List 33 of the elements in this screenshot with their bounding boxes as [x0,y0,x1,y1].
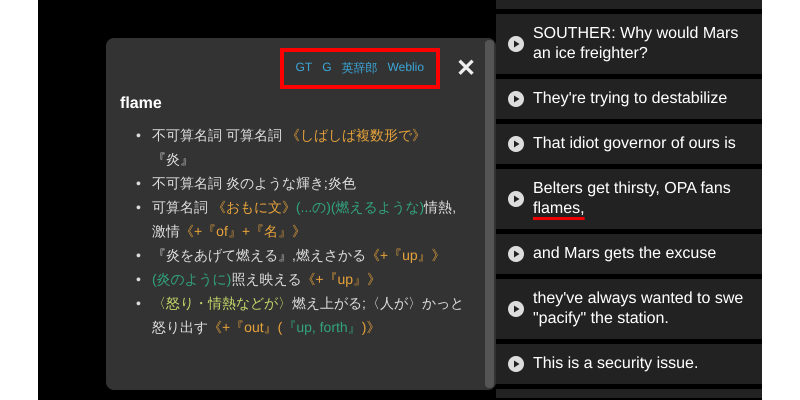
play-icon[interactable] [508,301,524,317]
bullet: • [136,246,142,265]
bullet: • [136,174,142,193]
play-icon[interactable] [508,356,524,372]
play-icon[interactable] [508,136,524,152]
dictionary-link[interactable]: 英辞郎 [342,60,378,77]
subtitle-text: They're trying to destabilize [533,89,728,109]
play-icon[interactable] [508,246,524,262]
subtitle-text: Belters get thirsty, OPA fans flames, [533,179,731,219]
dictionary-link[interactable]: G [322,60,332,77]
play-icon[interactable] [508,91,524,107]
headword: flame [120,95,163,113]
close-button[interactable]: ✕ [456,56,476,80]
subtitle-text: and Mars gets the excuse [533,244,716,264]
dictionary-link[interactable]: Weblio [388,60,424,77]
dictionary-link[interactable]: GT [296,60,312,77]
play-icon[interactable] [508,36,524,52]
definition-text: 不可算名詞 可算名詞 《しばしば複数形で》 『炎』 [152,126,427,169]
definition-text: 可算名詞 《おもに文》(...の)(燃えるような)情熱,激情《+『of』+『名』》 [152,198,458,241]
definition-text: 不可算名詞 炎のような輝き;炎色 [152,174,357,193]
bullet: • [136,270,142,289]
definition-text: 『炎をあげて燃える』,燃えさかる《+『up』》 [152,246,447,265]
bullet: • [136,198,142,217]
subtitle-text: they've always wanted to swe "pacify" the station. [533,289,744,329]
subtitle-text: That idiot governor of ours is [533,134,736,154]
definition-text: 〈怒り・情熱などが〉燃え上がる;〈人が〉かっと怒り出す《+『out』(『up, forth』)》 [152,294,464,337]
scrollbar[interactable] [485,40,494,388]
definition-text: (炎のように)照え映える《+『up』》 [152,270,382,289]
subtitle-text: This is a security issue. [533,354,698,374]
play-icon[interactable] [508,191,524,207]
bullet: • [136,126,142,145]
bullet: • [136,294,142,313]
subtitle-text: SOUTHER: Why would Mars an ice freighter? [533,24,738,64]
